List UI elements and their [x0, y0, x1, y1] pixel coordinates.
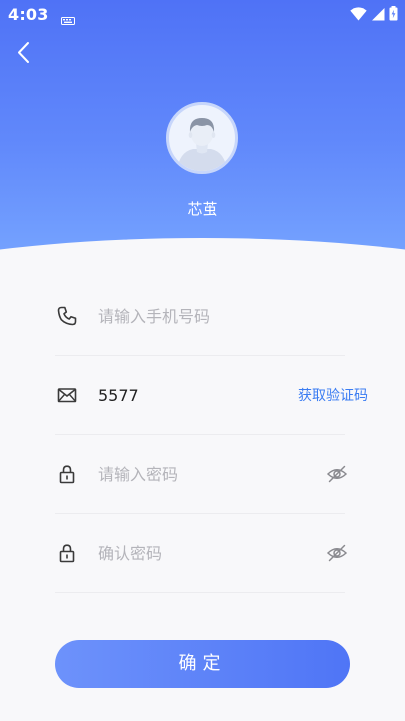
status-time: 4:03	[8, 4, 49, 24]
phone-icon	[56, 305, 78, 327]
status-bar: 4:03	[0, 0, 405, 28]
keyboard-icon	[60, 10, 75, 25]
lock-icon	[56, 463, 78, 485]
lock-icon	[56, 542, 78, 564]
confirm-button[interactable]: 确定	[55, 640, 350, 688]
mail-icon	[56, 384, 78, 406]
code-row: 获取验证码	[55, 356, 368, 435]
battery-icon	[389, 6, 398, 25]
avatar[interactable]	[166, 102, 238, 174]
confirm-password-row	[55, 514, 348, 593]
chevron-left-icon	[14, 42, 36, 70]
get-code-button[interactable]: 获取验证码	[298, 385, 368, 405]
wifi-icon	[350, 6, 367, 25]
user-avatar-icon	[177, 118, 227, 171]
verification-code-input[interactable]	[98, 385, 298, 405]
phone-input[interactable]	[98, 306, 345, 326]
signal-icon	[371, 6, 385, 25]
password-input[interactable]	[98, 464, 326, 484]
username: 芯茧	[187, 200, 218, 218]
password-row	[55, 435, 348, 514]
eye-off-icon[interactable]	[326, 463, 348, 485]
confirm-password-input[interactable]	[98, 543, 326, 563]
eye-off-icon[interactable]	[326, 542, 348, 564]
back-button[interactable]	[14, 40, 36, 66]
header-curve	[0, 238, 405, 262]
phone-row	[55, 277, 345, 356]
